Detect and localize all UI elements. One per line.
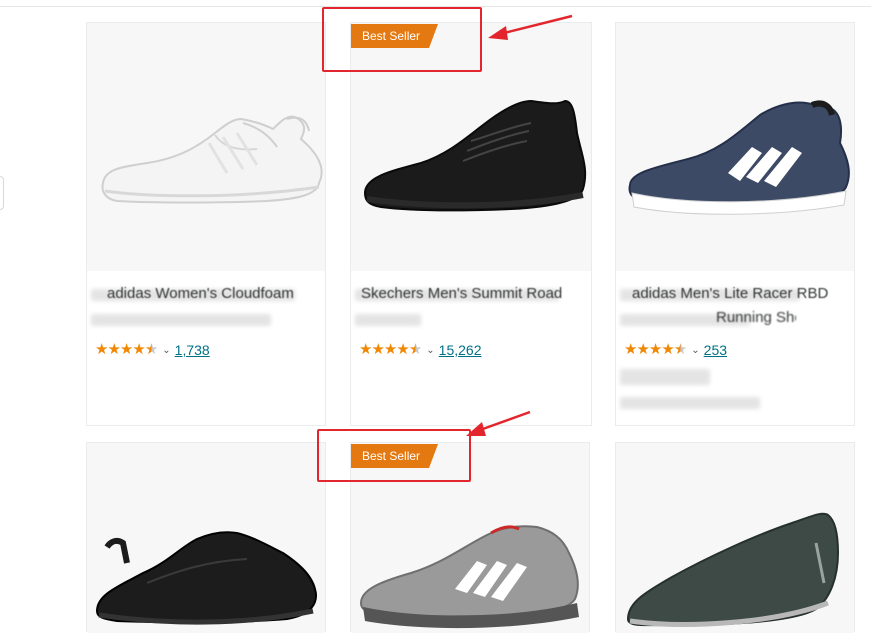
carousel-left-handle[interactable] <box>0 176 4 210</box>
product-card[interactable]: adidas Men's Lite Racer RBD Running Shoe… <box>615 22 855 426</box>
star-icon: ★ <box>636 341 649 358</box>
star-icon: ★ <box>132 341 145 358</box>
star-rating: ★ ★ ★ ★ ★ <box>624 341 687 358</box>
star-icon: ★ <box>383 341 397 358</box>
product-title[interactable]: adidas Men's Lite Racer RBD <box>632 285 844 302</box>
product-card[interactable]: Skechers Men's Summit Road ★ ★ ★ ★ ★ ⌄ 1… <box>350 22 592 426</box>
annotation-highlight-box <box>322 7 482 72</box>
product-title-line2-blur <box>91 314 271 326</box>
review-count-link[interactable]: 1,738 <box>175 342 210 358</box>
white-sneaker-image <box>101 115 323 204</box>
star-half-icon: ★ <box>408 341 422 358</box>
star-icon: ★ <box>624 341 637 358</box>
product-title[interactable]: Skechers Men's Summit Road <box>361 285 581 302</box>
star-icon: ★ <box>661 341 674 358</box>
chevron-down-icon[interactable]: ⌄ <box>162 345 170 356</box>
product-card[interactable] <box>86 442 326 633</box>
red-arrow-icon <box>466 410 531 436</box>
star-icon: ★ <box>396 341 409 358</box>
star-icon: ★ <box>95 341 108 358</box>
product-rating[interactable]: ★ ★ ★ ★ ★ ⌄ 253 <box>624 341 727 359</box>
product-rating[interactable]: ★ ★ ★ ★ ★ ⌄ 15,262 <box>359 341 481 359</box>
product-image[interactable] <box>87 443 325 633</box>
product-image[interactable] <box>87 23 325 271</box>
star-icon: ★ <box>107 341 120 358</box>
star-icon: ★ <box>371 341 384 358</box>
product-image[interactable] <box>616 443 854 633</box>
chevron-down-icon[interactable]: ⌄ <box>426 345 434 356</box>
product-card[interactable]: adidas Women's Cloudfoam ★ ★ ★ ★ ★ ⌄ 1,7… <box>86 22 326 426</box>
product-price-blur <box>620 369 710 385</box>
star-icon: ★ <box>648 341 662 358</box>
product-title[interactable]: adidas Women's Cloudfoam <box>107 285 297 302</box>
product-rating[interactable]: ★ ★ ★ ★ ★ ⌄ 1,738 <box>95 341 210 359</box>
star-rating: ★ ★ ★ ★ ★ <box>95 341 158 358</box>
star-half-icon: ★ <box>144 341 158 358</box>
star-icon: ★ <box>359 341 372 358</box>
review-count-link[interactable]: 15,262 <box>439 342 482 358</box>
product-image[interactable] <box>616 23 854 271</box>
red-arrow-icon <box>488 14 573 40</box>
product-title-line2-blur <box>355 314 421 326</box>
dark-slip-on-shoe-image <box>626 512 840 627</box>
product-delivery-blur <box>620 397 760 409</box>
star-half-icon: ★ <box>673 341 687 358</box>
black-running-shoe-image <box>95 531 317 625</box>
annotation-highlight-box <box>317 429 471 482</box>
star-rating: ★ ★ ★ ★ ★ <box>359 341 422 358</box>
product-card[interactable] <box>615 442 855 633</box>
star-icon: ★ <box>119 341 133 358</box>
review-count-link[interactable]: 253 <box>704 342 727 358</box>
product-title-line2[interactable]: Running Shoe <box>716 309 796 326</box>
navy-sneaker-image <box>628 100 850 215</box>
chevron-down-icon[interactable]: ⌄ <box>691 345 699 356</box>
